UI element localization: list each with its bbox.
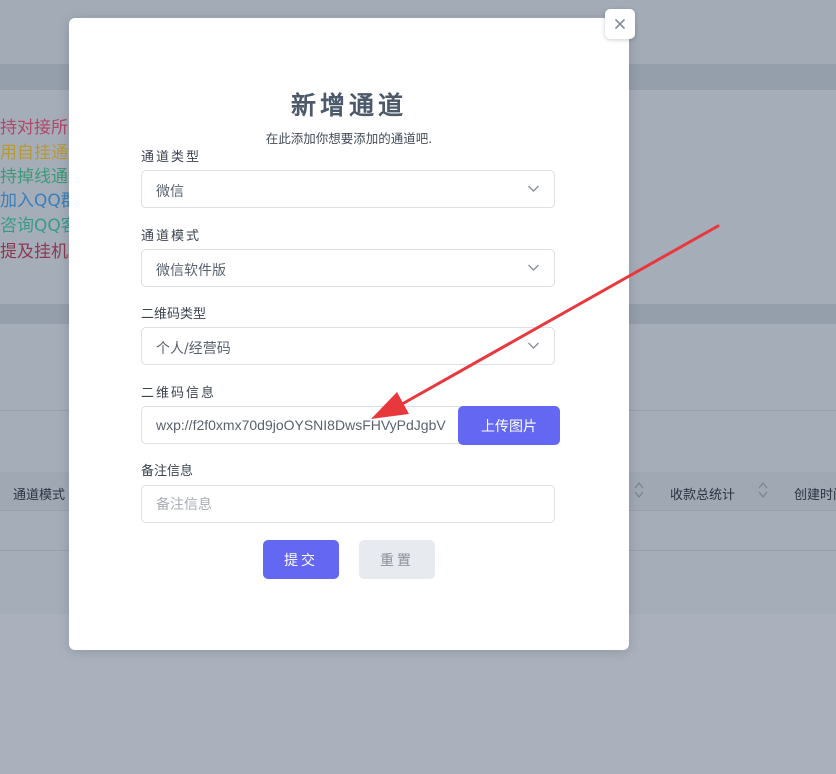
notice-line-4: 加入QQ群 [0,191,78,211]
qr-type-value: 个人/经营码 [156,341,231,357]
qr-type-label: 二维码类型 [141,307,207,322]
close-icon [614,18,626,30]
notice-line-5: 咨询QQ客 [0,216,78,236]
channel-mode-label: 通道模式 [141,229,202,244]
qr-type-select[interactable]: 个人/经营码 [141,327,555,365]
channel-type-value: 微信 [156,184,184,200]
channel-type-select[interactable]: 微信 [141,170,555,208]
chevron-down-icon [528,342,539,349]
dialog-title: 新增通道 [290,91,407,120]
table-header-created: 创建时间 [794,488,836,503]
table-header-total: 收款总统计 [670,488,736,503]
dialog-subtitle: 在此添加你想要添加的通道吧. [265,131,433,146]
channel-mode-value: 微信软件版 [156,263,226,279]
qr-info-label: 二维码信息 [141,386,217,401]
remark-label: 备注信息 [141,464,194,479]
chevron-down-icon [528,264,539,271]
channel-mode-select[interactable]: 微信软件版 [141,249,555,287]
sort-icon[interactable] [758,480,768,500]
channel-type-label: 通道类型 [141,150,202,165]
reset-button[interactable]: 重置 [359,540,435,579]
chevron-down-icon [528,185,539,192]
table-header-mode: 通道模式 [13,488,66,503]
submit-button[interactable]: 提交 [263,540,339,579]
sort-icon[interactable] [634,480,644,500]
add-channel-dialog: 新增通道 在此添加你想要添加的通道吧. 通道类型 微信 通道模式 微信软件版 二… [69,18,629,650]
upload-image-button[interactable]: 上传图片 [458,406,560,445]
close-button[interactable] [605,9,635,39]
qr-info-input[interactable] [141,406,461,444]
remark-input[interactable] [141,485,555,523]
